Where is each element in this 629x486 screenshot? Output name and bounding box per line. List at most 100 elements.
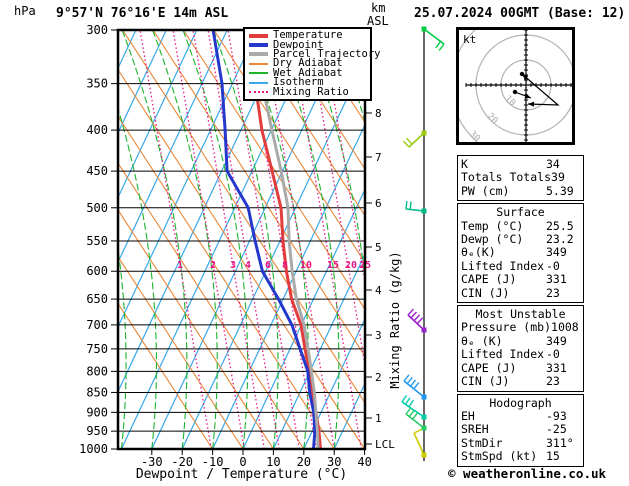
- stats-row-label: EH: [461, 408, 475, 423]
- stats-row-value: 349: [546, 245, 567, 260]
- stats-row-value: 349: [546, 333, 567, 348]
- stats-row-value: 34: [546, 157, 560, 171]
- stats-row-value: -25: [546, 422, 567, 437]
- hodograph-trace-dot: [512, 89, 518, 95]
- stats-section-title: Hodograph: [489, 395, 552, 410]
- stats-row: EH -93: [461, 408, 580, 423]
- wind-barb: [421, 26, 445, 51]
- wind-barb: [413, 429, 427, 458]
- pressure-tick-label: 750: [86, 342, 108, 356]
- stats-section-surface: Surface Temp (°C) 25.5 Dewp (°C) 23.2 θₑ(K) 34…: [457, 203, 584, 304]
- stats-row: Dewp (°C) 23.2: [461, 232, 580, 246]
- hodograph: 102030kt: [456, 27, 575, 145]
- stats-row-label: PW (cm): [461, 183, 510, 198]
- isotherm-line: [0, 30, 14, 449]
- stats-row-value: 23: [546, 374, 560, 389]
- pressure-tick-label: 800: [86, 364, 108, 378]
- wet-adiabat-line: [121, 30, 188, 449]
- hodograph-trace-dot: [519, 71, 525, 77]
- mixing-ratio-label: 1: [177, 260, 183, 271]
- stats-row-label: θₑ(K): [461, 245, 496, 260]
- stats-row-value: -0: [546, 258, 560, 273]
- stats-row: Pressure (mb) 1008: [461, 320, 580, 335]
- stats-section-indices: K 34 Totals Totals 39 PW (cm) 5.39: [457, 155, 584, 202]
- lcl-label: LCL: [375, 438, 395, 451]
- mixing-ratio-label: 6: [265, 260, 271, 271]
- stats-row: CAPE (J) 331: [461, 360, 580, 375]
- mixing-ratio-label: 4: [245, 260, 251, 271]
- stats-row-label: Pressure (mb): [461, 320, 552, 335]
- km-tick-label: 8: [375, 107, 382, 120]
- pressure-tick-label: 300: [86, 23, 108, 37]
- isotherm-line: [118, 30, 167, 135]
- mixing-ratio-label: 20: [345, 260, 357, 271]
- stats-row-label: CIN (J): [461, 285, 510, 300]
- stats-row-value: -93: [546, 408, 567, 423]
- legend-swatch-thin: [249, 72, 268, 75]
- stats-row: θₑ (K) 349: [461, 333, 580, 348]
- stats-row-label: SREH: [461, 422, 489, 437]
- wet-adiabat-line: [1, 30, 66, 449]
- wet-adiabat-line: [0, 30, 35, 449]
- pressure-tick-label: 500: [86, 201, 108, 215]
- legend-swatch-dotted: [249, 91, 268, 94]
- isotherm-line: [0, 30, 75, 449]
- km-tick-label: 1: [375, 412, 382, 425]
- stats-row-value: 331: [546, 360, 567, 375]
- stats-section-title: Surface: [496, 205, 545, 220]
- stats-row-label: StmDir: [461, 435, 503, 450]
- dry-adiabat-line: [118, 255, 244, 449]
- legend: Temperature Dewpoint Parcel Trajectory Dry …: [243, 27, 380, 101]
- stats-section-title: Most Unstable: [475, 307, 566, 322]
- stats-row: CAPE (J) 331: [461, 272, 580, 287]
- mixing-ratio-label: 3: [230, 260, 236, 271]
- stats-panel: K 34 Totals Totals 39 PW (cm) 5.39 Surface Temp…: [457, 155, 584, 469]
- stats-row-label: Lifted Index: [461, 347, 545, 362]
- stats-row-value: 1008: [551, 320, 579, 335]
- stats-row-value: 15: [546, 449, 560, 464]
- stats-row-value: 311°: [546, 435, 574, 450]
- stats-row-value: 5.39: [546, 183, 574, 198]
- mixing-ratio-label: 10: [300, 260, 312, 271]
- pressure-tick-label: 900: [86, 405, 108, 419]
- stats-row-value: 39: [551, 170, 565, 185]
- legend-swatch-thick: [249, 43, 268, 48]
- legend-swatch-thick: [249, 33, 268, 38]
- wet-adiabat-line: [578, 30, 629, 449]
- stats-row: Totals Totals 39: [461, 170, 580, 185]
- stats-row: Lifted Index -0: [461, 347, 580, 362]
- pressure-tick-label: 950: [86, 424, 108, 438]
- mixing-ratio-label: 8: [282, 260, 288, 271]
- stats-row: StmDir 311°: [461, 435, 580, 450]
- stats-row: Lifted Index -0: [461, 258, 580, 273]
- wet-adiabat-line: [182, 30, 249, 449]
- legend-item: Mixing Ratio: [249, 86, 370, 97]
- pressure-tick-label: 850: [86, 385, 108, 399]
- copyright-footer: © weatheronline.co.uk: [448, 466, 607, 481]
- stats-row-value: 331: [546, 272, 567, 287]
- pressure-tick-label: 650: [86, 292, 108, 306]
- stats-row-label: K: [461, 157, 468, 171]
- pressure-tick-label: 450: [86, 164, 108, 178]
- stats-section-hodograph: Hodograph EH -93 SREH -25 StmDir 311° StmSpd (k…: [457, 393, 584, 467]
- stats-row-label: CAPE (J): [461, 272, 517, 287]
- mixing-ratio-label: 15: [327, 260, 339, 271]
- pressure-tick-label: 1000: [79, 442, 108, 456]
- stats-row: K 34: [461, 157, 580, 171]
- km-tick-label: 7: [375, 151, 382, 164]
- pressure-tick-label: 550: [86, 234, 108, 248]
- stats-row-value: 23: [546, 285, 560, 300]
- pressure-tick-label: 700: [86, 318, 108, 332]
- wet-adiabat-line: [396, 30, 461, 449]
- wet-adiabat-line: [152, 30, 218, 449]
- wind-barb: [403, 130, 427, 148]
- stats-row-label: StmSpd (kt): [461, 449, 538, 464]
- temp-axis-title: Dewpoint / Temperature (°C): [135, 467, 348, 482]
- km-tick-label: 4: [375, 284, 382, 297]
- km-tick-label: 3: [375, 329, 382, 342]
- wet-adiabat-line: [609, 30, 629, 449]
- stats-row-label: Lifted Index: [461, 258, 545, 273]
- stats-row: CIN (J) 23: [461, 374, 580, 389]
- stats-row-label: Totals Totals: [461, 170, 552, 185]
- legend-swatch-thin: [249, 81, 268, 84]
